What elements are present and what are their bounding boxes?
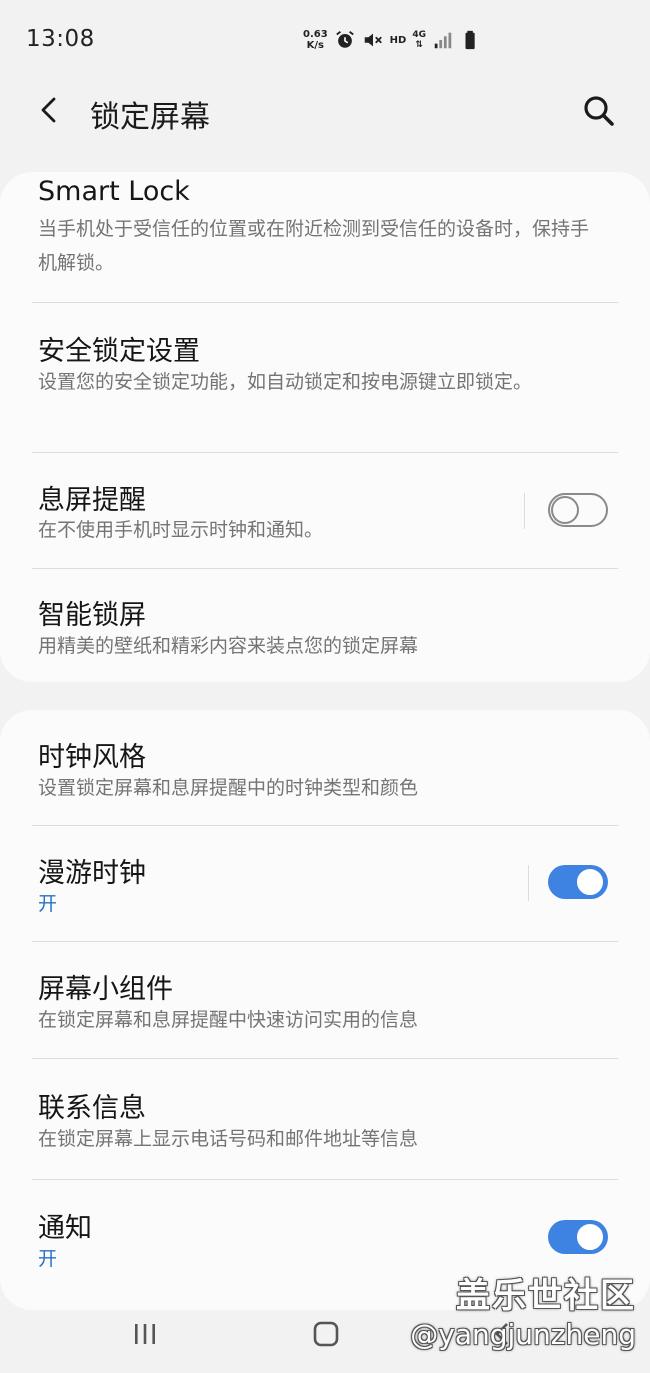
page-title: 锁定屏幕 xyxy=(90,100,210,135)
setting-title: 联系信息 xyxy=(38,1093,146,1124)
settings-group-lock: Smart Lock 当手机处于受信任的位置或在附近检测到受信任的设备时，保持手… xyxy=(0,172,650,682)
net-speed-unit: K/s xyxy=(306,40,324,51)
roaming-clock-toggle[interactable] xyxy=(548,865,608,899)
setting-subtitle: 在锁定屏幕和息屏提醒中快速访问实用的信息 xyxy=(38,1009,419,1031)
network-type: 4G ⇅ xyxy=(412,30,426,50)
hd-label: HD xyxy=(389,34,407,46)
toggle-knob xyxy=(551,496,579,524)
always-on-display-toggle[interactable] xyxy=(548,493,608,527)
status-bar: 13:08 0.63 K/s HD 4G ⇅ xyxy=(0,0,650,80)
status-icons: 0.63 K/s HD 4G ⇅ xyxy=(303,26,482,54)
toggle-knob xyxy=(575,1222,605,1252)
setting-smart-lock[interactable]: Smart Lock 当手机处于受信任的位置或在附近检测到受信任的设备时，保持手… xyxy=(0,172,650,302)
search-icon[interactable] xyxy=(580,92,618,130)
notifications-toggle[interactable] xyxy=(548,1220,608,1254)
setting-clock-style[interactable]: 时钟风格 设置锁定屏幕和息屏提醒中的时钟类型和颜色 xyxy=(0,710,650,825)
watermark-username: @yangjunzheng xyxy=(410,1318,636,1351)
mute-icon xyxy=(364,33,382,47)
setting-roaming-clock[interactable]: 漫游时钟 开 xyxy=(0,826,650,941)
setting-title: 智能锁屏 xyxy=(38,600,146,631)
setting-contact-info[interactable]: 联系信息 在锁定屏幕上显示电话号码和邮件地址等信息 xyxy=(0,1059,650,1179)
setting-subtitle: 在锁定屏幕上显示电话号码和邮件地址等信息 xyxy=(38,1128,419,1150)
app-header: 锁定屏幕 xyxy=(0,80,650,144)
setting-security-lock[interactable]: 安全锁定设置 设置您的安全锁定功能，如自动锁定和按电源键立即锁定。 xyxy=(0,303,650,453)
setting-smart-lockscreen[interactable]: 智能锁屏 用精美的壁纸和精彩内容来装点您的锁定屏幕 xyxy=(0,569,650,682)
battery-icon xyxy=(465,30,475,50)
setting-subtitle: 在不使用手机时显示时钟和通知。 xyxy=(38,519,324,541)
setting-title: 安全锁定设置 xyxy=(38,336,200,367)
watermark-community: 盖乐世社区 xyxy=(456,1276,636,1316)
setting-always-on-display[interactable]: 息屏提醒 在不使用手机时显示时钟和通知。 xyxy=(0,453,650,568)
data-arrows-icon: ⇅ xyxy=(415,40,423,50)
setting-subtitle: 设置锁定屏幕和息屏提醒中的时钟类型和颜色 xyxy=(38,777,419,799)
setting-title: 漫游时钟 xyxy=(38,858,146,889)
toggle-separator xyxy=(528,865,529,901)
recent-apps-icon[interactable] xyxy=(132,1322,158,1346)
setting-status-on: 开 xyxy=(38,893,58,915)
setting-title: 时钟风格 xyxy=(38,742,146,773)
settings-group-display: 时钟风格 设置锁定屏幕和息屏提醒中的时钟类型和颜色 漫游时钟 开 屏幕小组件 在… xyxy=(0,710,650,1310)
setting-subtitle: 当手机处于受信任的位置或在附近检测到受信任的设备时，保持手机解锁。 xyxy=(38,218,590,274)
setting-subtitle: 设置您的安全锁定功能，如自动锁定和按电源键立即锁定。 xyxy=(38,371,533,393)
home-icon[interactable] xyxy=(313,1321,339,1347)
setting-title: 屏幕小组件 xyxy=(38,974,173,1005)
net-speed: 0.63 K/s xyxy=(303,29,328,51)
setting-title: Smart Lock xyxy=(38,176,190,207)
net-speed-value: 0.63 xyxy=(302,29,328,40)
setting-subtitle: 用精美的壁纸和精彩内容来装点您的锁定屏幕 xyxy=(38,635,419,657)
alarm-icon xyxy=(335,31,354,48)
setting-title: 通知 xyxy=(38,1213,92,1244)
toggle-separator xyxy=(524,493,525,529)
network-label: 4G xyxy=(412,30,426,40)
toggle-knob xyxy=(575,867,605,897)
back-icon[interactable] xyxy=(34,94,66,126)
setting-title: 息屏提醒 xyxy=(38,485,146,516)
status-time: 13:08 xyxy=(26,26,95,52)
signal-icon xyxy=(434,32,452,49)
setting-lockscreen-widgets[interactable]: 屏幕小组件 在锁定屏幕和息屏提醒中快速访问实用的信息 xyxy=(0,942,650,1057)
